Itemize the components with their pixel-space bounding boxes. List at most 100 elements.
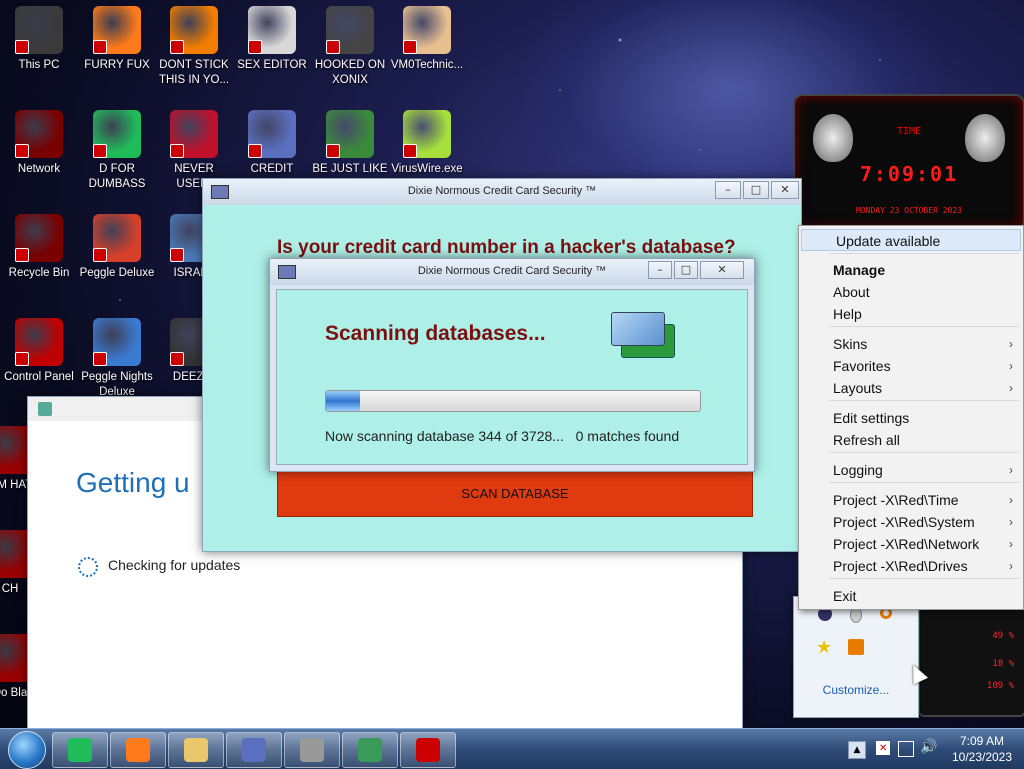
shortcut-overlay-icon xyxy=(170,144,184,158)
desktop-icon[interactable]: Control Panel xyxy=(1,318,77,385)
taskbar: ▲ ✕ 🔊 7:09 AM 10/23/2023 xyxy=(0,728,1024,769)
shortcut-overlay-icon xyxy=(93,144,107,158)
update-app-icon xyxy=(38,402,52,416)
menu-item[interactable]: Skins › xyxy=(799,333,1023,355)
credit-card-icon xyxy=(248,110,296,158)
menu-item-label: Help xyxy=(833,306,862,322)
taskbar-button[interactable] xyxy=(226,732,282,768)
shortcut-overlay-icon xyxy=(170,40,184,54)
menu-item[interactable]: Logging › xyxy=(799,459,1023,481)
desktop-icon[interactable]: BE JUST LIKE xyxy=(312,110,388,177)
dialog-title-bar[interactable]: Dixie Normous Credit Card Security ™ – □… xyxy=(270,259,754,285)
menu-item-label: Layouts xyxy=(833,380,883,396)
desktop-icon[interactable]: This PC xyxy=(1,6,77,73)
shortcut-overlay-icon xyxy=(93,248,107,262)
spinner-icon xyxy=(78,557,98,577)
network-icon xyxy=(15,110,63,158)
menu-item[interactable]: Project -X\Red\System › xyxy=(799,511,1023,533)
menu-item[interactable]: Help xyxy=(799,303,1023,325)
desktop-icon[interactable]: DONT STICK THIS IN YO... xyxy=(156,6,232,88)
tray-time: 7:09 AM xyxy=(959,734,1005,748)
desktop-icon-label: Network xyxy=(17,163,61,175)
desktop-icon[interactable]: Peggle Nights Deluxe xyxy=(79,318,155,400)
scanning-dialog: Dixie Normous Credit Card Security ™ – □… xyxy=(269,258,755,472)
java-icon[interactable] xyxy=(848,639,864,655)
taskbar-button[interactable] xyxy=(400,732,456,768)
shortcut-overlay-icon xyxy=(15,40,29,54)
menu-item[interactable]: Project -X\Red\Network › xyxy=(799,533,1023,555)
tray-date: 10/23/2023 xyxy=(951,750,1013,764)
tray-clock[interactable]: 7:09 AM 10/23/2023 xyxy=(944,733,1020,765)
menu-item[interactable]: Project -X\Red\Time › xyxy=(799,489,1023,511)
desktop-icon[interactable]: Peggle Deluxe xyxy=(79,214,155,281)
menu-item[interactable]: Manage xyxy=(799,259,1023,281)
explorer-icon xyxy=(184,738,208,762)
taskbar-button[interactable] xyxy=(342,732,398,768)
xonix-game-icon xyxy=(326,6,374,54)
menu-item[interactable]: Exit xyxy=(799,585,1023,607)
menu-item[interactable]: Project -X\Red\Drives › xyxy=(799,555,1023,577)
tray-overflow-popup: ★ Customize... xyxy=(793,596,919,718)
desktop-icon[interactable]: Network xyxy=(1,110,77,177)
customize-link[interactable]: Customize... xyxy=(794,683,918,697)
alien-head-icon xyxy=(813,114,853,162)
menu-item-label: Exit xyxy=(833,588,857,604)
window-title: Dixie Normous Credit Card Security ™ xyxy=(407,185,597,197)
minimize-button[interactable]: – xyxy=(648,261,672,279)
menu-item-label: Project -X\Red\System xyxy=(833,514,975,530)
desktop-icon[interactable]: FURRY FUX xyxy=(79,6,155,73)
shortcut-overlay-icon xyxy=(15,248,29,262)
volume-icon[interactable]: 🔊 xyxy=(920,739,937,755)
star-icon[interactable]: ★ xyxy=(816,637,832,658)
this-pc-icon xyxy=(15,6,63,54)
title-bar[interactable]: Dixie Normous Credit Card Security ™ – □… xyxy=(203,179,801,205)
shortcut-overlay-icon xyxy=(93,352,107,366)
taskbar-button[interactable] xyxy=(284,732,340,768)
close-button[interactable]: ✕ xyxy=(700,261,744,279)
credit-cards-icon xyxy=(611,312,675,358)
maximize-button[interactable]: □ xyxy=(674,261,698,279)
menu-item[interactable]: Layouts › xyxy=(799,377,1023,399)
menu-item[interactable]: Edit settings xyxy=(799,407,1023,429)
taskbar-button[interactable] xyxy=(52,732,108,768)
shortcut-overlay-icon xyxy=(170,352,184,366)
system-meter-widget: 49 % 18 % 109 % xyxy=(918,605,1024,717)
minimize-button[interactable]: – xyxy=(715,181,741,199)
desktop-icon[interactable]: VM0Technic... xyxy=(389,6,465,73)
submenu-arrow-icon: › xyxy=(1009,381,1013,395)
meter-readout: 18 % xyxy=(992,659,1014,669)
desktop-icon[interactable]: Recycle Bin xyxy=(1,214,77,281)
desktop-icon[interactable]: D FOR DUMBASS xyxy=(79,110,155,192)
hxd-editor-icon xyxy=(248,6,296,54)
menu-item[interactable]: Refresh all xyxy=(799,429,1023,451)
scanning-heading: Scanning databases... xyxy=(325,322,546,345)
network-tray-icon[interactable] xyxy=(898,741,914,757)
desktop-icon-label: Recycle Bin xyxy=(8,267,70,279)
menu-item[interactable]: About xyxy=(799,281,1023,303)
shortcut-overlay-icon xyxy=(248,144,262,158)
desktop-icon[interactable]: HOOKED ON XONIX xyxy=(312,6,388,88)
doctor-avatar-icon xyxy=(403,6,451,54)
desktop-icon-label: This PC xyxy=(18,59,60,71)
taskbar-button[interactable] xyxy=(110,732,166,768)
close-button[interactable]: ✕ xyxy=(771,181,799,199)
menu-item-label: Project -X\Red\Time xyxy=(833,492,959,508)
menu-item-label: About xyxy=(833,284,870,300)
clock-time: 7:09:01 xyxy=(859,162,959,186)
menu-item[interactable]: Favorites › xyxy=(799,355,1023,377)
firefox-icon xyxy=(93,6,141,54)
action-center-flag-icon[interactable]: ✕ xyxy=(876,741,890,755)
menu-item-label: Favorites xyxy=(833,358,891,374)
desktop-icon[interactable]: VirusWire.exe xyxy=(389,110,465,177)
menu-item[interactable]: Update available xyxy=(801,229,1021,251)
scan-database-button[interactable]: SCAN DATABASE xyxy=(277,471,753,517)
taskbar-button[interactable] xyxy=(168,732,224,768)
update-heading: Getting u xyxy=(76,467,190,498)
start-button[interactable] xyxy=(8,731,46,769)
menu-item-label: Project -X\Red\Network xyxy=(833,536,980,552)
meter-readout: 49 % xyxy=(992,631,1014,641)
desktop-icon[interactable]: SEX EDITOR xyxy=(234,6,310,73)
maximize-button[interactable]: □ xyxy=(743,181,769,199)
show-hidden-icons-button[interactable]: ▲ xyxy=(848,741,866,759)
submenu-arrow-icon: › xyxy=(1009,463,1013,477)
